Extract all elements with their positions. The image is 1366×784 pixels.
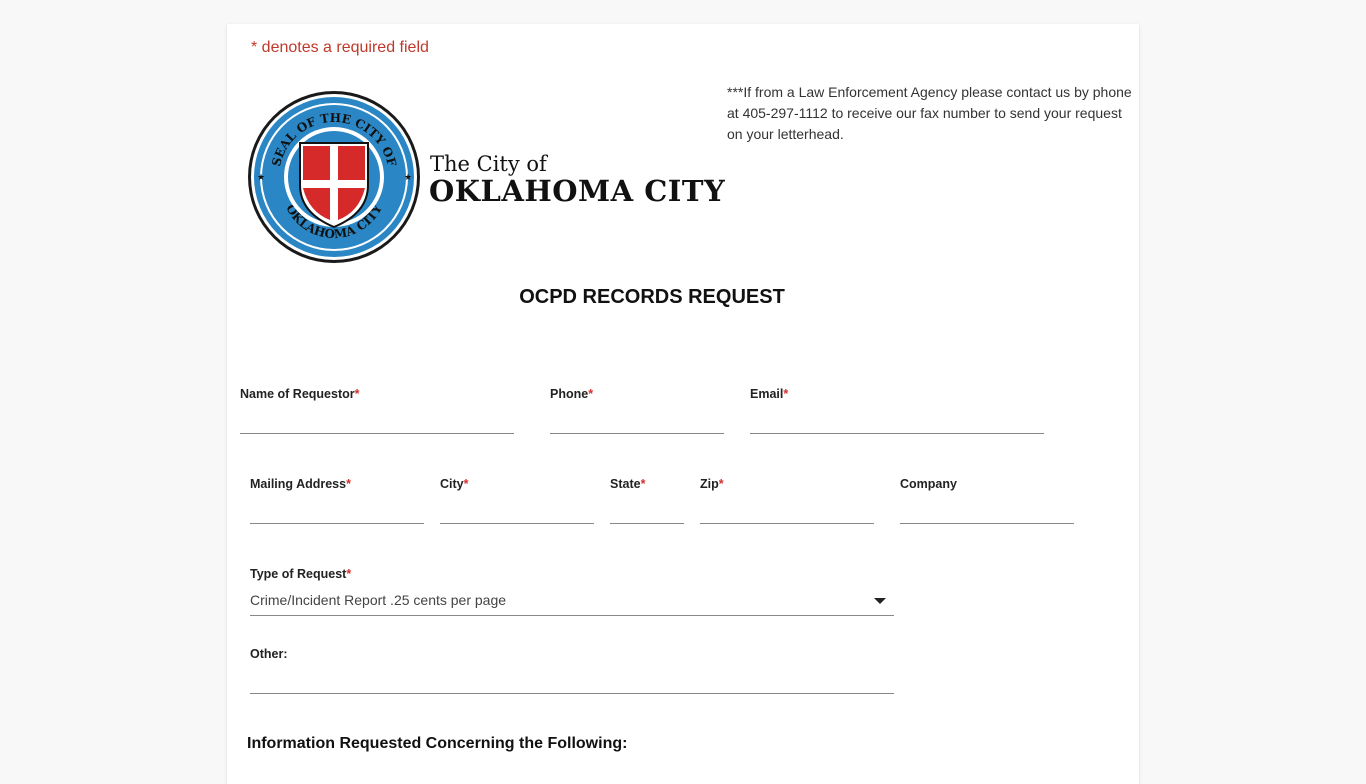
type-of-request-label: Type of Request* [250,567,352,581]
mailing-address-field: Mailing Address* [250,477,424,524]
information-requested-heading: Information Requested Concerning the Fol… [247,735,628,752]
state-input[interactable] [610,503,684,524]
svg-text:★: ★ [257,172,265,182]
law-enforcement-note: ***If from a Law Enforcement Agency plea… [727,84,1132,142]
other-field: Other: [250,647,894,694]
dropdown-arrow-icon[interactable] [874,598,886,604]
phone-input[interactable] [550,413,724,434]
email-field: Email* [750,387,1044,434]
form-title: OCPD RECORDS REQUEST [519,286,785,308]
name-input[interactable] [240,413,514,434]
state-label: State* [610,477,646,491]
other-input[interactable] [250,673,894,694]
mailing-address-input[interactable] [250,503,424,524]
city-input[interactable] [440,503,594,524]
city-field: City* [440,477,594,524]
city-label: City* [440,477,469,491]
svg-text:★: ★ [404,172,412,182]
logo-line-2: OKLAHOMA CITY [429,174,726,208]
logo-line-1: The City of [430,152,547,176]
type-of-request-field: Type of Request* [250,567,894,585]
city-seal-logo: SEAL OF THE CITY OF OKLAHOMA CITY ★ ★ [248,91,420,263]
email-label: Email* [750,387,789,401]
zip-field: Zip* [700,477,874,524]
email-input[interactable] [750,413,1044,434]
company-label: Company [900,477,957,491]
company-input[interactable] [900,503,1074,524]
zip-label: Zip* [700,477,724,491]
phone-label: Phone* [550,387,594,401]
name-field: Name of Requestor* [240,387,514,434]
required-field-note: * denotes a required field [251,39,429,56]
company-field: Company [900,477,1074,524]
other-label: Other: [250,647,288,661]
type-of-request-value: Crime/Incident Report .25 cents per page [250,592,507,608]
mailing-address-label: Mailing Address* [250,477,351,491]
type-of-request-select[interactable]: Crime/Incident Report .25 cents per page [250,589,894,616]
zip-input[interactable] [700,503,874,524]
form-card: * denotes a required field SEAL OF THE C… [227,24,1139,784]
state-field: State* [610,477,684,524]
name-label: Name of Requestor* [240,387,360,401]
phone-field: Phone* [550,387,724,434]
